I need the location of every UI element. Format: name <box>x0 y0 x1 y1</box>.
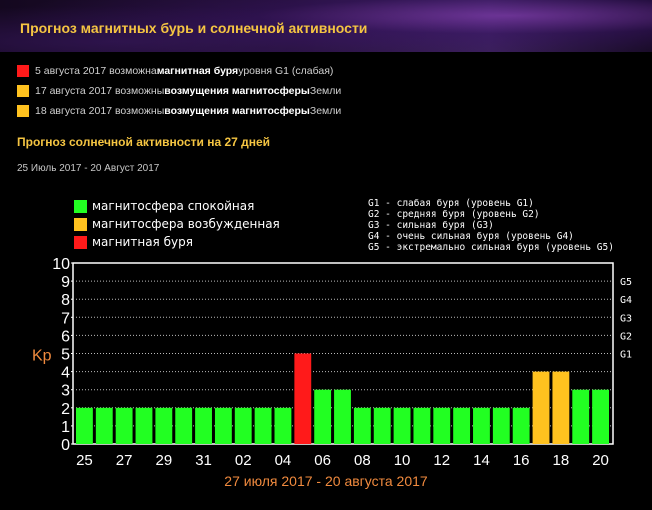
x-tick-label: 27 <box>116 452 133 469</box>
x-tick-label: 08 <box>354 452 371 469</box>
right-tick-label: G4 <box>620 295 632 306</box>
kp-bar <box>413 407 431 444</box>
kp-bar <box>155 407 173 444</box>
y-tick-label: 0 <box>61 437 70 454</box>
x-tick-label: 10 <box>394 452 411 469</box>
x-tick-label: 12 <box>433 452 450 469</box>
kp-bar <box>353 407 371 444</box>
kp-bar <box>95 407 113 444</box>
kp-bar <box>175 407 193 444</box>
right-tick-label: G1 <box>620 350 632 361</box>
x-tick-label: 04 <box>275 452 292 469</box>
kp-bar <box>254 407 272 444</box>
right-tick-label: G5 <box>620 277 632 288</box>
y-tick-label: 5 <box>61 347 70 364</box>
kp-bar <box>314 389 332 444</box>
kp-bar <box>294 353 312 444</box>
kp-chart: 012345678910Kp G1G2G3G4G525 27 29 31 02 04 06 08… <box>32 256 632 469</box>
x-tick-label: 20 <box>592 452 609 469</box>
x-tick-label: 06 <box>314 452 331 469</box>
kp-bar <box>195 407 212 444</box>
kp-bar <box>334 389 351 444</box>
kp-bar <box>552 371 570 444</box>
y-tick-label: 2 <box>61 401 70 418</box>
y-tick-label: 1 <box>61 419 70 436</box>
kp-bar <box>76 407 93 444</box>
y-tick-label: 10 <box>52 256 70 273</box>
kp-bar <box>532 371 550 444</box>
kp-bar <box>115 407 133 444</box>
y-tick-label: 9 <box>61 274 70 291</box>
kp-bar <box>512 407 530 444</box>
kp-bar <box>492 407 510 444</box>
y-tick-label: 8 <box>61 292 70 309</box>
x-tick-label: 25 <box>76 452 93 469</box>
y-tick-label: 4 <box>61 365 70 382</box>
chart-caption: 27 июля 2017 - 20 августа 2017 <box>224 473 428 489</box>
y-tick-label: 6 <box>61 328 70 345</box>
x-tick-label: 02 <box>235 452 252 469</box>
right-tick-label: G2 <box>620 331 632 342</box>
kp-bar <box>393 407 411 444</box>
kp-bar <box>135 407 153 444</box>
x-tick-label: 14 <box>473 452 490 469</box>
kp-bar <box>592 389 609 444</box>
x-tick-label: 18 <box>553 452 570 469</box>
kp-bar <box>234 407 252 444</box>
kp-bar <box>373 407 391 444</box>
kp-bar <box>214 407 232 444</box>
x-tick-label: 29 <box>155 452 172 469</box>
y-tick-label: 3 <box>61 383 70 400</box>
x-tick-label: 16 <box>513 452 530 469</box>
kp-bar <box>274 407 292 444</box>
right-tick-label: G3 <box>620 313 632 324</box>
kp-bar <box>433 407 451 444</box>
y-axis-label: Kp <box>32 348 52 365</box>
x-tick-label: 31 <box>195 452 212 469</box>
kp-bar <box>453 407 471 444</box>
kp-bar <box>473 407 490 444</box>
kp-bar <box>572 389 590 444</box>
y-tick-label: 7 <box>61 310 70 327</box>
